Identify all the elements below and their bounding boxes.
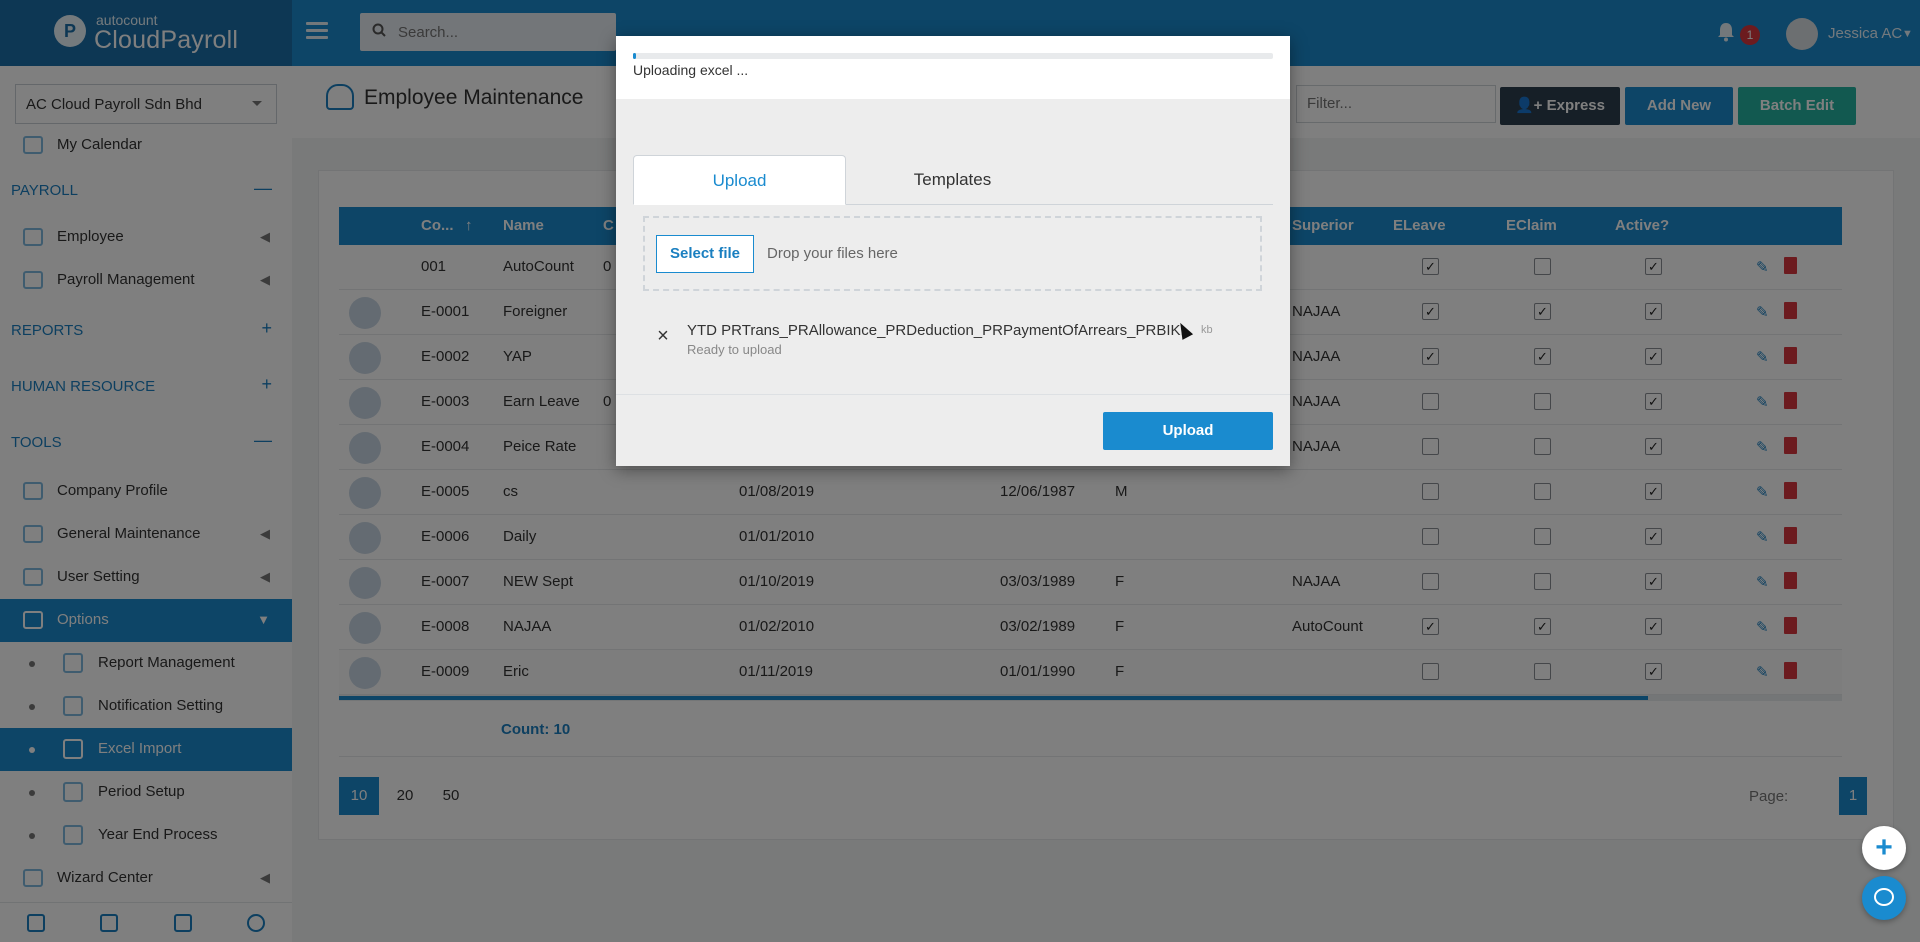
- file-size: kb: [1201, 324, 1213, 336]
- upload-tabs: Upload Templates: [633, 155, 1273, 205]
- tab-upload[interactable]: Upload: [633, 155, 846, 205]
- chat-icon: [1874, 888, 1894, 906]
- select-file-button[interactable]: Select file: [656, 235, 754, 273]
- upload-button[interactable]: Upload: [1103, 412, 1273, 450]
- file-dropzone[interactable]: Select file Drop your files here: [643, 216, 1262, 291]
- add-fab-button[interactable]: +: [1862, 826, 1906, 870]
- chat-fab-button[interactable]: [1862, 876, 1906, 920]
- dialog-divider: [616, 394, 1290, 395]
- remove-file-icon[interactable]: ×: [653, 326, 673, 346]
- file-list-item: × YTD PRTrans_PRAllowance_PRDeduction_PR…: [643, 316, 1262, 376]
- upload-progress-panel: Uploading excel ...: [616, 36, 1290, 99]
- upload-progress-text: Uploading excel ...: [633, 62, 749, 78]
- dropzone-hint: Drop your files here: [767, 245, 898, 262]
- upload-progress-bar: [633, 53, 1273, 59]
- tab-templates[interactable]: Templates: [846, 155, 1059, 205]
- file-name: YTD PRTrans_PRAllowance_PRDeduction_PRPa…: [687, 322, 1194, 339]
- file-status: Ready to upload: [687, 342, 782, 357]
- excel-upload-dialog: Uploading excel ... Upload Templates Sel…: [616, 36, 1290, 466]
- upload-progress-fill: [633, 53, 636, 59]
